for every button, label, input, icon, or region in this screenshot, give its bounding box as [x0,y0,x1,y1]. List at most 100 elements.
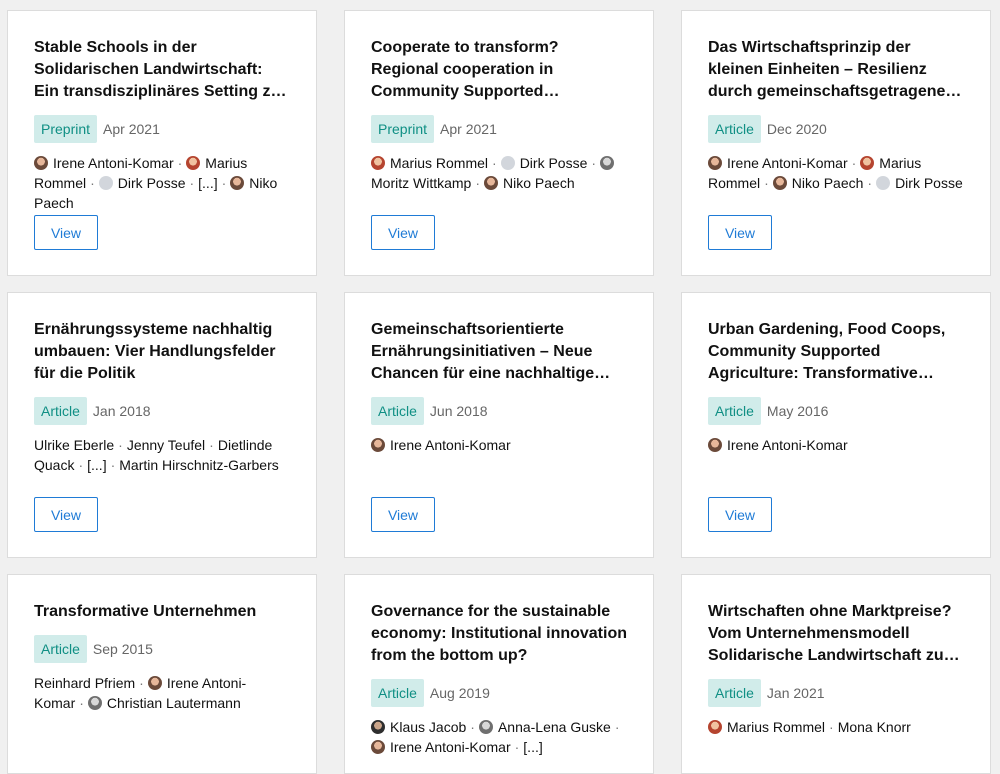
view-button[interactable]: View [34,497,98,532]
author-link[interactable]: Klaus Jacob [371,719,466,735]
publication-meta: Article Sep 2015 [34,635,290,663]
author-list: Marius Rommel · Dirk Posse ·Moritz Wittkamp… [371,153,627,193]
avatar-icon [230,176,245,190]
publication-card: Cooperate to transform? Regional coopera… [344,10,654,276]
publication-type-badge: Article [34,397,87,425]
avatar-icon [478,720,493,734]
more-authors[interactable]: [...] [87,457,106,473]
publication-date: Apr 2021 [103,121,160,137]
publication-type-badge: Article [708,397,761,425]
publication-date: Jan 2018 [92,403,151,419]
author-name: Dirk Posse [895,175,963,191]
author-name: Martin Hirschnitz-Garbers [119,457,279,473]
publication-title[interactable]: Transformative Unternehmen [34,601,290,623]
author-link[interactable]: Martin Hirschnitz-Garbers [119,457,278,473]
author-link[interactable]: Niko Paech [772,175,864,191]
avatar-icon [708,156,722,170]
avatar-icon [98,176,113,190]
publication-title[interactable]: Governance for the sustainable economy: … [371,601,627,667]
author-name: Ulrike Eberle [34,437,115,453]
author-link[interactable]: Anna-Lena Guske [478,719,611,735]
author-link[interactable]: Irene Antoni-Komar [371,437,511,453]
publication-date: Dec 2020 [766,121,827,137]
author-link[interactable]: Dirk Posse [500,155,587,171]
author-separator: · [78,457,84,473]
author-link[interactable]: Ulrike Eberle [34,437,114,453]
more-authors[interactable]: [...] [198,175,217,191]
publication-date: Apr 2021 [440,121,497,137]
publication-meta: Article May 2016 [708,397,964,425]
author-link[interactable]: Niko Paech [484,175,575,191]
avatar-icon [371,720,385,734]
publication-title[interactable]: Ernährungssysteme nachhaltig umbauen: Vi… [34,319,290,385]
view-button[interactable]: View [708,497,772,532]
publication-card: Urban Gardening, Food Coops, Community S… [681,292,991,558]
avatar-icon [772,176,787,190]
publication-date: Jun 2018 [429,403,488,419]
author-link[interactable]: Marius Rommel [371,155,488,171]
author-name: Niko Paech [791,175,864,191]
author-list: Irene Antoni-Komar [708,435,964,455]
publication-title[interactable]: Urban Gardening, Food Coops, Community S… [708,319,964,385]
author-separator: · [177,155,183,171]
author-separator: · [591,155,597,171]
author-link[interactable]: Marius Rommel [708,719,825,735]
author-link[interactable]: Dirk Posse [98,175,186,191]
avatar-icon [371,438,385,452]
publication-meta: Article Jun 2018 [371,397,627,425]
author-separator: · [829,719,834,735]
view-button[interactable]: View [371,215,435,250]
publication-card: Stable Schools in der Solidarischen Land… [7,10,317,276]
publication-card: Ernährungssysteme nachhaltig umbauen: Vi… [7,292,317,558]
publication-title[interactable]: Cooperate to transform? Regional coopera… [371,37,627,103]
publication-title[interactable]: Stable Schools in der Solidarischen Land… [34,37,290,103]
author-list: Irene Antoni-Komar · Marius Rommel · Niko Pa… [708,153,964,193]
author-link[interactable]: Irene Antoni-Komar [708,155,848,171]
author-link[interactable]: Jenny Teufel [127,437,205,453]
author-list: Klaus Jacob · Anna-Lena Guske ·Irene Antoni… [371,717,627,757]
publication-meta: Preprint Apr 2021 [34,115,290,143]
avatar-icon [147,676,162,690]
author-separator: · [79,695,84,711]
author-link[interactable]: Dirk Posse [876,175,963,191]
avatar-icon [186,156,201,170]
author-list: Irene Antoni-Komar [371,435,627,455]
publication-title[interactable]: Gemeinschaftsorientierte Ernährungsiniti… [371,319,627,385]
avatar-icon [708,438,722,452]
author-name: Jenny Teufel [126,437,206,453]
author-separator: · [470,719,475,735]
author-list: Irene Antoni-Komar · Marius Rommel · Dirk Po… [34,153,290,213]
author-separator: · [209,437,214,453]
view-button[interactable]: View [708,215,772,250]
author-separator: · [851,155,857,171]
author-name: Reinhard Pfriem [34,675,136,691]
author-separator: · [90,175,95,191]
view-button[interactable]: View [34,215,98,250]
publication-meta: Article Aug 2019 [371,679,627,707]
publication-title[interactable]: Wirtschaften ohne Marktpreise? Vom Unter… [708,601,964,667]
view-button[interactable]: View [371,497,435,532]
publication-card: Gemeinschaftsorientierte Ernährungsiniti… [344,292,654,558]
author-link[interactable]: Reinhard Pfriem [34,675,135,691]
author-name: Irene Antoni-Komar [727,437,848,453]
publication-type-badge: Article [34,635,87,663]
publication-title[interactable]: Das Wirtschaftsprinzip der kleinen Einhe… [708,37,964,103]
avatar-icon [484,176,499,190]
publication-card: Transformative Unternehmen Article Sep 201… [7,574,317,774]
author-name: Mona Knorr [837,719,911,735]
avatar-icon [860,156,875,170]
author-name: Klaus Jacob [390,719,467,735]
author-link[interactable]: Christian Lautermann [87,695,241,711]
author-link[interactable]: Mona Knorr [838,719,911,735]
author-link[interactable]: Irene Antoni-Komar [34,155,174,171]
publication-type-badge: Preprint [371,115,435,143]
author-name: Niko Paech [503,175,575,191]
author-name: Anna-Lena Guske [497,719,611,735]
author-list: Reinhard Pfriem · Irene Antoni-Komar · Chris… [34,673,290,713]
publication-date: Aug 2019 [429,685,490,701]
author-link[interactable]: Irene Antoni-Komar [708,437,848,453]
author-name: Dirk Posse [117,175,186,191]
avatar-icon [371,740,385,754]
publication-meta: Preprint Apr 2021 [371,115,627,143]
publication-meta: Article Dec 2020 [708,115,964,143]
